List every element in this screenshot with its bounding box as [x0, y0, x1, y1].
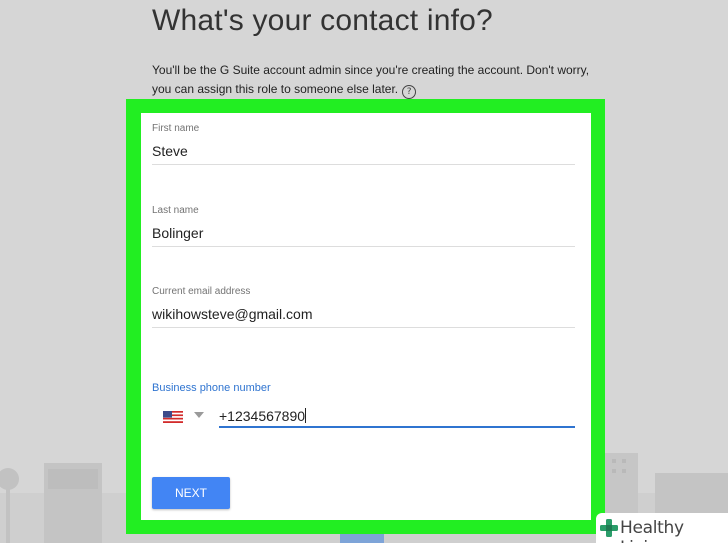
email-input[interactable]: wikihowsteve@gmail.com — [152, 306, 575, 328]
text-cursor — [305, 408, 307, 423]
question-circle-icon[interactable]: ? — [402, 85, 417, 99]
last-name-field[interactable]: Last name Bolinger — [152, 205, 575, 247]
next-button[interactable]: NEXT — [152, 477, 230, 509]
intro-text: You'll be the G Suite account admin sinc… — [152, 61, 592, 99]
signup-page: What's your contact info? You'll be the … — [0, 0, 728, 543]
first-name-label: First name — [152, 123, 200, 134]
healthy-cross-icon — [600, 519, 618, 537]
email-field[interactable]: Current email address wikihowsteve@gmail… — [152, 286, 575, 328]
first-name-field[interactable]: First name Steve — [152, 123, 575, 165]
phone-input[interactable]: +1234567890 — [219, 406, 575, 428]
watermark-text: Healthy Living — [620, 518, 684, 543]
first-name-input[interactable]: Steve — [152, 143, 575, 165]
intro-message: You'll be the G Suite account admin sinc… — [152, 63, 590, 96]
page-title: What's your contact info? — [152, 4, 493, 37]
contact-form: First name Steve Last name Bolinger Curr… — [141, 113, 591, 520]
phone-row: +1234567890 — [152, 406, 575, 430]
email-label: Current email address — [152, 286, 251, 297]
phone-value: +1234567890 — [219, 408, 306, 424]
phone-field[interactable]: Business phone number +1234567890 — [152, 382, 575, 430]
us-flag-icon[interactable] — [163, 411, 183, 423]
last-name-label: Last name — [152, 205, 199, 216]
watermark-badge: Healthy Living — [596, 513, 728, 543]
country-dropdown-icon[interactable] — [194, 412, 204, 418]
last-name-input[interactable]: Bolinger — [152, 225, 575, 247]
phone-label: Business phone number — [152, 382, 271, 394]
